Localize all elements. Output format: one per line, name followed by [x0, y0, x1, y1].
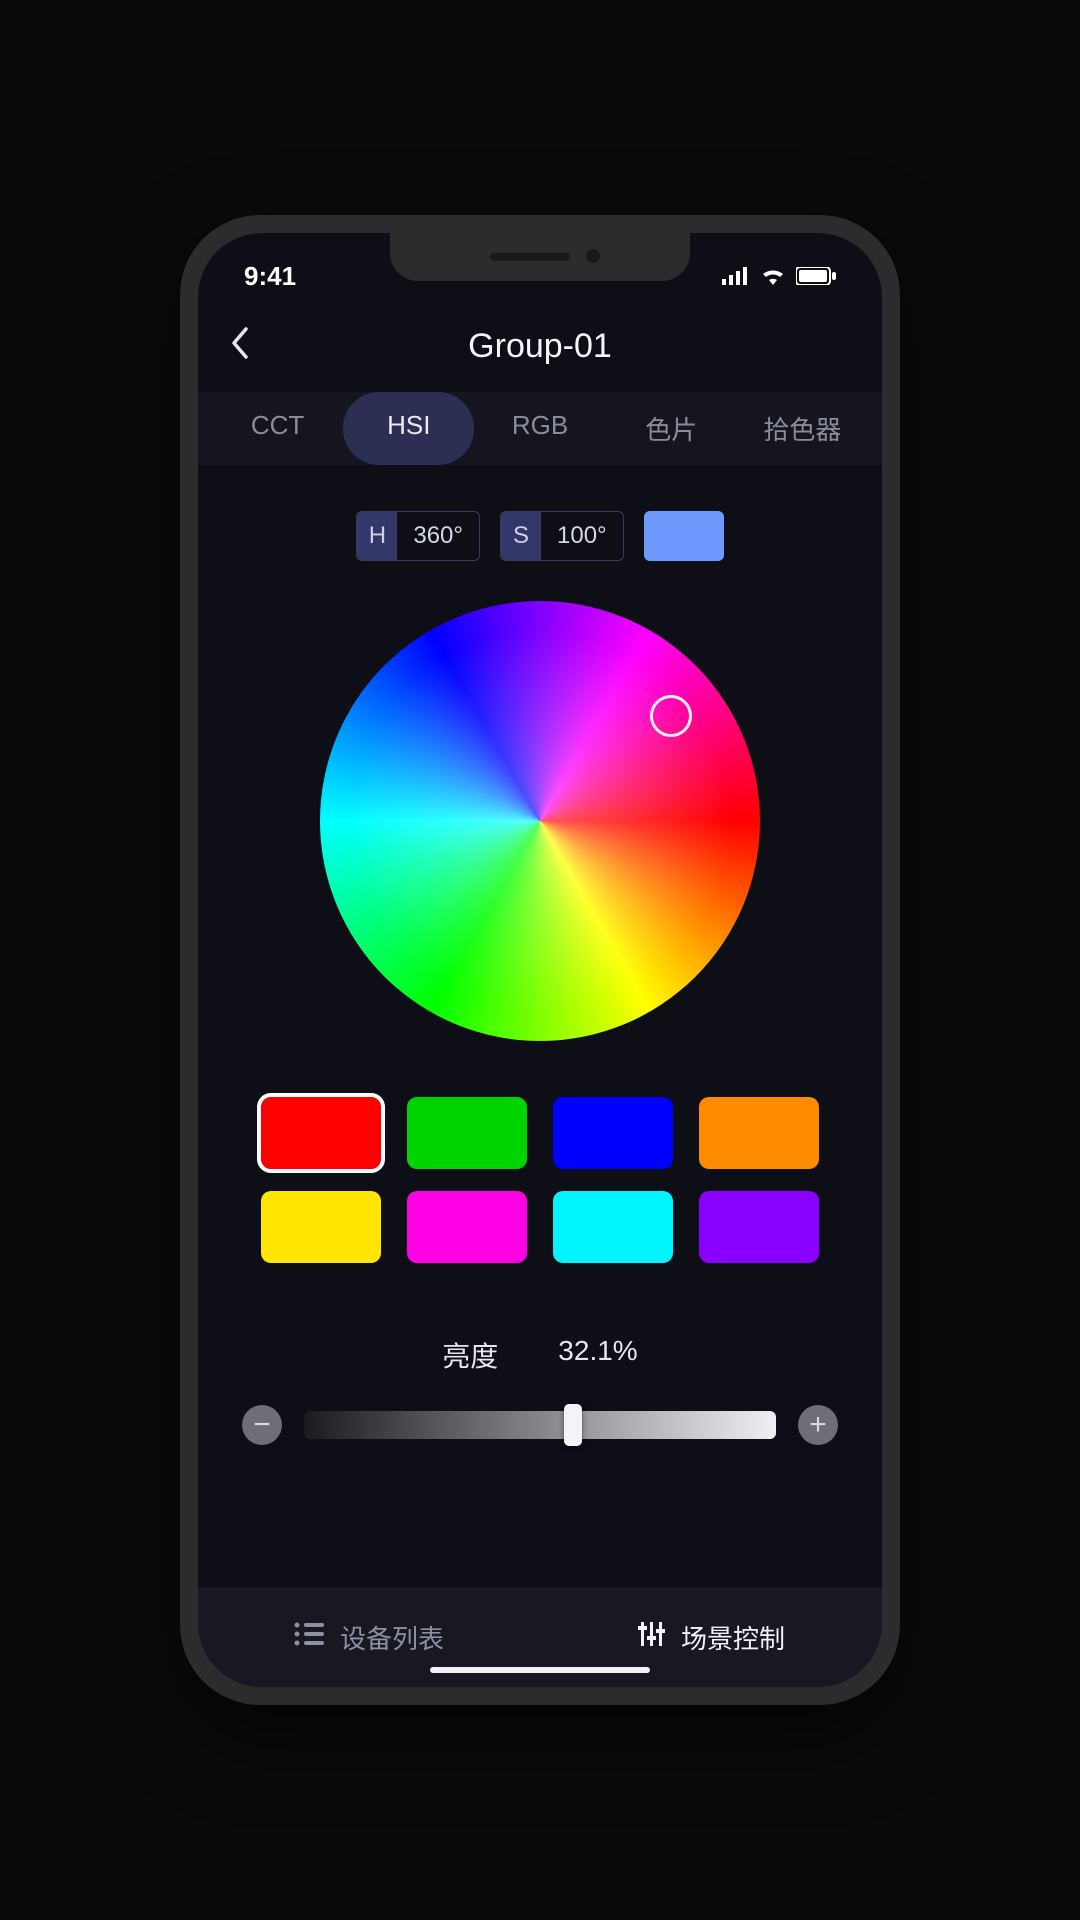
preset-cyan[interactable] — [553, 1191, 673, 1263]
saturation-label: S — [501, 512, 541, 560]
brightness-section: 亮度 32.1% − + — [198, 1335, 882, 1445]
status-icons — [722, 261, 836, 292]
brightness-slider-thumb[interactable] — [564, 1404, 582, 1446]
tab-gel[interactable]: 色片 — [606, 392, 737, 465]
mode-tabs: CCT HSI RGB 色片 拾色器 — [198, 392, 882, 465]
preset-red[interactable] — [261, 1097, 381, 1169]
brightness-labels: 亮度 32.1% — [242, 1335, 838, 1375]
battery-icon — [796, 261, 836, 292]
sliders-icon — [637, 1620, 665, 1655]
screen: 9:41 Group-01 CCT HSI RGB — [198, 233, 882, 1687]
preset-magenta[interactable] — [407, 1191, 527, 1263]
signal-icon — [722, 261, 750, 292]
tab-hsi[interactable]: HSI — [343, 392, 474, 465]
hue-value: 360° — [397, 512, 479, 560]
brightness-increase-button[interactable]: + — [798, 1405, 838, 1445]
preset-green[interactable] — [407, 1097, 527, 1169]
wifi-icon — [760, 261, 786, 292]
brightness-slider[interactable] — [304, 1411, 776, 1439]
tab-rgb[interactable]: RGB — [474, 392, 605, 465]
brightness-value: 32.1% — [558, 1335, 637, 1375]
hue-field[interactable]: H 360° — [356, 511, 480, 561]
notch — [390, 233, 690, 281]
page-title: Group-01 — [198, 327, 882, 366]
color-wheel-handle[interactable] — [650, 695, 692, 737]
home-indicator[interactable] — [430, 1667, 650, 1673]
preset-grid — [198, 1097, 882, 1263]
header: Group-01 — [198, 303, 882, 390]
preset-yellow[interactable] — [261, 1191, 381, 1263]
back-button[interactable] — [228, 325, 268, 368]
hs-row: H 360° S 100° — [198, 511, 882, 561]
phone-frame: 9:41 Group-01 CCT HSI RGB — [180, 215, 900, 1705]
preset-orange[interactable] — [699, 1097, 819, 1169]
color-preview — [644, 511, 724, 561]
hue-label: H — [357, 512, 397, 560]
brightness-slider-row: − + — [242, 1405, 838, 1445]
nav-scene-control-label: 场景控制 — [681, 1619, 785, 1656]
preset-blue[interactable] — [553, 1097, 673, 1169]
color-wheel-wrap — [198, 601, 882, 1041]
list-icon — [294, 1621, 324, 1654]
brightness-label: 亮度 — [442, 1335, 498, 1375]
color-wheel[interactable] — [320, 601, 760, 1041]
saturation-field[interactable]: S 100° — [500, 511, 624, 561]
tab-cct[interactable]: CCT — [212, 392, 343, 465]
saturation-value: 100° — [541, 512, 623, 560]
status-time: 9:41 — [244, 261, 296, 292]
preset-purple[interactable] — [699, 1191, 819, 1263]
nav-device-list-label: 设备列表 — [340, 1619, 444, 1656]
tab-picker[interactable]: 拾色器 — [737, 392, 868, 465]
brightness-decrease-button[interactable]: − — [242, 1405, 282, 1445]
